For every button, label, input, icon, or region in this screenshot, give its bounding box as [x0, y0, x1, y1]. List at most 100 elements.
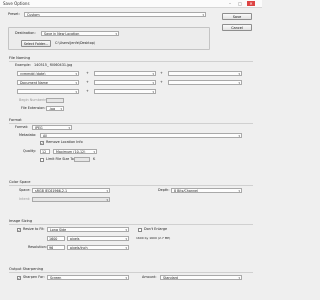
chevron-down-icon: ▾ — [152, 72, 154, 76]
dimensions-note: 1600 by 1600 (2.7 MP) — [136, 236, 171, 240]
file-extension-label: File Extension: — [21, 106, 46, 110]
limit-size-label: Limit File Size To: — [46, 157, 75, 161]
chevron-down-icon: ▾ — [125, 228, 127, 232]
destination-label: Destination: — [15, 31, 36, 35]
limit-size-checkbox[interactable] — [40, 158, 44, 162]
plus-separator: + — [160, 71, 163, 75]
amount-label: Amount: — [142, 275, 157, 279]
chevron-down-icon: ▾ — [106, 189, 108, 193]
format-title: Format — [9, 118, 22, 122]
chevron-down-icon: ▾ — [75, 72, 77, 76]
naming-select-8[interactable]: ▾ — [94, 89, 156, 94]
image-sizing-title: Image Sizing — [9, 219, 33, 223]
resolution-unit-select[interactable]: pixels/inch ▾ — [67, 245, 129, 250]
chevron-down-icon: ▾ — [152, 90, 154, 94]
intent-label: Intent: — [19, 197, 31, 201]
space-select[interactable]: sRGB IEC61966-2.1 ▾ — [32, 188, 110, 193]
naming-select-3[interactable]: ▾ — [168, 71, 242, 76]
naming-select-5[interactable]: ▾ — [94, 80, 156, 85]
chevron-down-icon: ▾ — [238, 72, 240, 76]
example-label: Example: — [15, 63, 31, 67]
chevron-down-icon: ▾ — [115, 32, 117, 36]
quality-value: Maximum (10-12) — [56, 150, 86, 154]
depth-value: 8 Bits/Channel — [174, 189, 198, 193]
preset-value: Custom — [27, 13, 40, 17]
plus-separator: + — [86, 71, 89, 75]
metadata-select[interactable]: All ▾ — [40, 133, 242, 138]
depth-label: Depth: — [158, 188, 170, 192]
plus-separator: + — [86, 89, 89, 93]
metadata-label: Metadata: — [19, 133, 37, 137]
size-unit-value: pixels — [70, 237, 80, 241]
chevron-down-icon: ▾ — [75, 81, 77, 85]
naming-select-1[interactable]: yymmdd (date) ▾ — [17, 71, 79, 76]
sharpen-checkbox[interactable]: ✓ — [17, 276, 21, 280]
size-unit-select[interactable]: pixels ▾ — [67, 236, 129, 241]
chevron-down-icon: ▾ — [75, 90, 77, 94]
preset-select[interactable]: Custom ▾ — [24, 12, 206, 17]
example-value: 140515_ f0060431.jpg — [34, 63, 73, 67]
image-sizing-divider — [9, 224, 253, 225]
file-extension-select[interactable]: .jpg ▾ — [46, 106, 64, 111]
metadata-value: All — [43, 134, 48, 138]
intent-select[interactable]: ▾ — [32, 197, 110, 202]
cancel-button[interactable]: Cancel — [222, 24, 252, 31]
amount-select[interactable]: Standard ▾ — [160, 275, 242, 280]
close-icon[interactable]: ✕ — [247, 1, 255, 6]
resolution-input[interactable]: 96 — [47, 245, 65, 250]
dont-enlarge-checkbox[interactable] — [138, 228, 142, 232]
sharpen-select[interactable]: Screen ▾ — [47, 275, 129, 280]
format-label: Format: — [15, 125, 29, 129]
color-space-divider — [9, 185, 253, 186]
begin-numbering-input[interactable] — [46, 98, 64, 103]
resize-label: Resize to Fit: — [23, 227, 45, 231]
chevron-down-icon: ▾ — [152, 81, 154, 85]
space-value: sRGB IEC61966-2.1 — [35, 189, 68, 193]
chevron-down-icon: ▾ — [238, 276, 240, 280]
file-naming-divider — [9, 61, 253, 62]
plus-separator: + — [160, 80, 163, 84]
format-select[interactable]: JPEG ▾ — [32, 125, 72, 130]
remove-location-label: Remove Location Info — [46, 140, 83, 144]
size-input[interactable]: 1600 — [47, 236, 65, 241]
remove-location-checkbox[interactable]: ✓ — [40, 141, 44, 145]
naming-select-4[interactable]: Document Name ▾ — [17, 80, 79, 85]
chevron-down-icon: ▾ — [238, 134, 240, 138]
chevron-down-icon: ▾ — [202, 13, 204, 17]
select-folder-button[interactable]: Select Folder... — [21, 40, 51, 47]
chevron-down-icon: ▾ — [93, 150, 95, 154]
plus-separator: + — [86, 80, 89, 84]
quality-input[interactable]: 12 — [40, 149, 50, 154]
resolution-unit-value: pixels/inch — [70, 246, 88, 250]
sharpen-value: Screen — [50, 276, 62, 280]
sharpen-label: Sharpen For: — [23, 275, 45, 279]
naming-select-2[interactable]: ▾ — [94, 71, 156, 76]
color-space-title: Color Space — [9, 180, 31, 184]
limit-size-input[interactable] — [74, 157, 90, 162]
save-button[interactable]: Save — [222, 13, 252, 20]
chevron-down-icon: ▾ — [60, 107, 62, 111]
dont-enlarge-label: Don't Enlarge — [144, 227, 168, 231]
chevron-down-icon: ▾ — [125, 237, 127, 241]
maximize-icon[interactable]: □ — [236, 1, 244, 6]
file-extension-value: .jpg — [49, 107, 56, 111]
resize-select[interactable]: Long Side ▾ — [47, 227, 129, 232]
file-naming-title: File Naming — [9, 56, 31, 60]
destination-select[interactable]: Save in New Location ▾ — [41, 31, 119, 36]
resize-value: Long Side — [50, 228, 67, 232]
naming-value-4: Document Name — [20, 81, 48, 85]
quality-select[interactable]: Maximum (10-12) ▾ — [53, 149, 97, 154]
chevron-down-icon: ▾ — [106, 198, 108, 202]
naming-select-7[interactable]: ▾ — [17, 89, 79, 94]
output-sharpening-divider — [9, 272, 253, 273]
space-label: Space: — [19, 188, 31, 192]
chevron-down-icon: ▾ — [238, 189, 240, 193]
chevron-down-icon: ▾ — [238, 81, 240, 85]
minimize-icon[interactable]: – — [226, 1, 234, 6]
resize-checkbox[interactable]: ✓ — [17, 228, 21, 232]
output-sharpening-title: Output Sharpening — [9, 267, 44, 271]
naming-select-6[interactable]: ▾ — [168, 80, 242, 85]
naming-value-1: yymmdd (date) — [20, 72, 46, 76]
quality-label: Quality: — [23, 149, 37, 153]
depth-select[interactable]: 8 Bits/Channel ▾ — [171, 188, 242, 193]
